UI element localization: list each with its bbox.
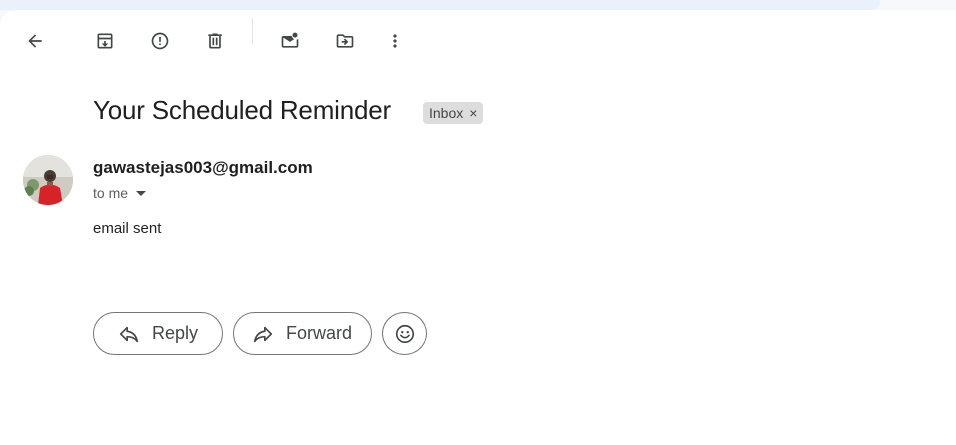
arrow-back-icon [28,34,42,48]
email-subject: Your Scheduled Reminder [93,95,391,125]
emoji-reaction-icon [395,324,414,343]
sender-avatar[interactable] [23,155,73,205]
reply-label: Reply [152,323,199,343]
more-options-button[interactable] [375,21,415,61]
show-details-caret-icon[interactable] [136,190,147,196]
more-vert-icon [393,34,397,48]
toolbar-divider [252,18,253,44]
sender-email[interactable]: gawastejas003@gmail.com [93,158,313,178]
archive-icon [97,33,113,49]
forward-icon [253,326,273,342]
top-strip [0,0,880,10]
report-spam-button[interactable] [140,21,180,61]
mark-unread-icon [281,32,299,48]
archive-button[interactable] [85,21,125,61]
move-to-button[interactable] [325,21,365,61]
back-button[interactable] [15,21,55,61]
inbox-label-chip[interactable]: Inbox × [423,102,484,124]
remove-label-icon[interactable]: × [469,106,477,120]
emoji-reaction-button[interactable] [382,312,427,355]
forward-label: Forward [286,323,353,343]
report-spam-icon [151,32,169,50]
avatar-photo [23,155,73,205]
recipient-text: to me [93,185,129,201]
delete-button[interactable] [195,21,235,61]
email-body: email sent [93,220,162,237]
label-name: Inbox [429,105,464,121]
mark-unread-button[interactable] [270,21,310,61]
forward-button[interactable]: Forward [233,312,372,355]
reply-button[interactable]: Reply [93,312,223,355]
delete-icon [208,33,222,49]
reply-icon [119,326,139,342]
move-to-icon [336,34,354,48]
recipient-details[interactable]: to me [93,185,147,201]
